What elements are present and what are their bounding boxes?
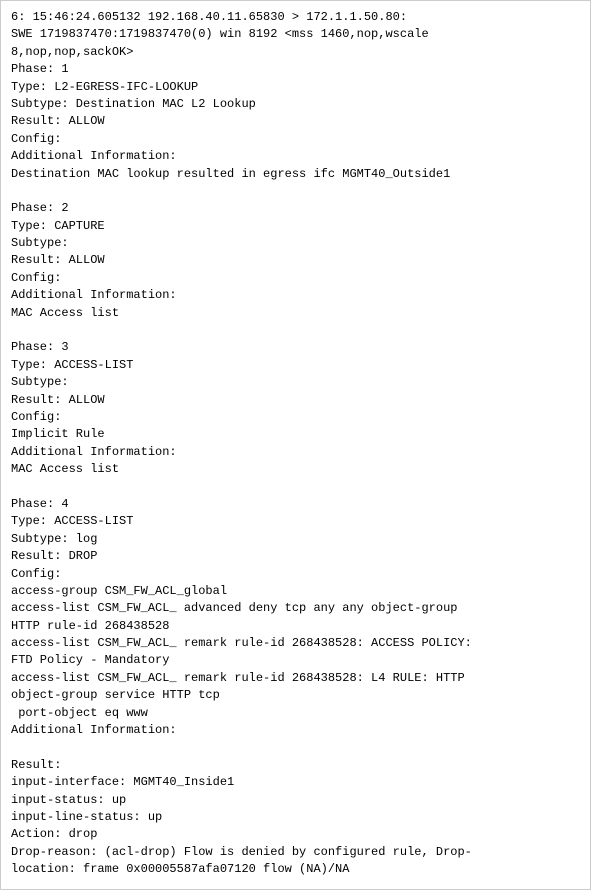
- terminal-output: 6: 15:46:24.605132 192.168.40.11.65830 >…: [0, 0, 591, 890]
